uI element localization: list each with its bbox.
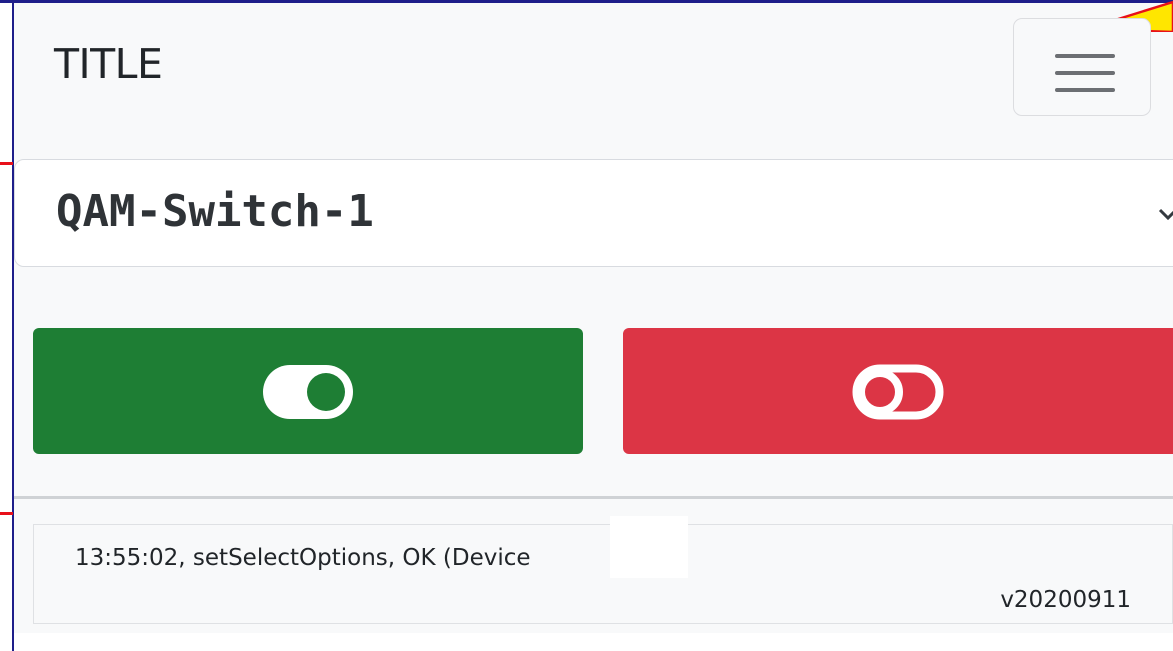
hamburger-menu-icon bbox=[1055, 88, 1115, 92]
switch-off-button[interactable] bbox=[623, 328, 1173, 454]
toggle-on-icon bbox=[263, 365, 353, 419]
page-title: TITLE bbox=[54, 40, 163, 88]
status-log: 13:55:02, setSelectOptions, OK (Device v… bbox=[33, 516, 1173, 624]
annotation-mark bbox=[0, 512, 13, 515]
hamburger-menu-icon bbox=[1055, 54, 1115, 58]
hamburger-menu-icon bbox=[1055, 71, 1115, 75]
redaction-box bbox=[610, 516, 688, 578]
log-message: 13:55:02, setSelectOptions, OK (Device bbox=[75, 545, 531, 571]
section-divider bbox=[14, 496, 1173, 499]
device-select-value: QAM-Switch-1 bbox=[56, 186, 374, 237]
switch-on-button[interactable] bbox=[33, 328, 583, 454]
annotation-mark bbox=[0, 162, 13, 165]
chevron-down-icon bbox=[1158, 208, 1173, 221]
toggle-off-icon bbox=[852, 364, 944, 420]
version-label: v20200911 bbox=[1000, 587, 1131, 613]
device-select[interactable]: QAM-Switch-1 bbox=[14, 159, 1173, 267]
window-border-left bbox=[12, 0, 14, 651]
menu-toggle-button[interactable] bbox=[1013, 18, 1151, 116]
window-border-top bbox=[0, 0, 1173, 3]
app-frame: TITLE QAM-Switch-1 13:55:02, setSelectOp… bbox=[0, 0, 1173, 651]
